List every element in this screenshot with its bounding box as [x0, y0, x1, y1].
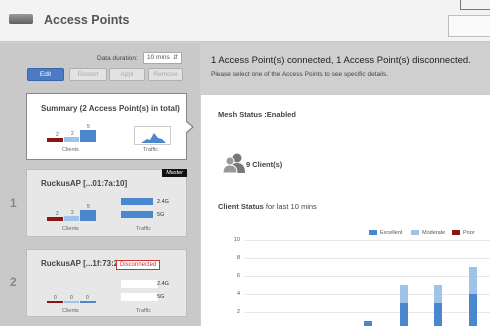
clients-bar-excellent [80, 301, 96, 303]
gridline [245, 240, 490, 241]
chart-bar-excellent [364, 321, 372, 326]
clients-bar-excellent [80, 210, 96, 221]
legend-swatch-poor [452, 230, 460, 235]
page-title: Access Points [44, 13, 130, 27]
traffic-caption: Traffic [143, 147, 158, 153]
band-label-2-4g: 2.4G [157, 281, 169, 287]
clients-caption: Clients [62, 147, 79, 153]
duration-select[interactable]: 10 mins ⇵ [143, 52, 182, 64]
connection-status: 1 Access Point(s) connected, 1 Access Po… [211, 55, 471, 66]
clients-bar-excellent [80, 130, 96, 142]
chart-bar-excellent [434, 303, 442, 326]
clients-icon [222, 153, 245, 174]
band-label-2-4g: 2.4G [157, 199, 169, 205]
y-tick-8: 8 [236, 255, 240, 261]
clients-bar-moderate [64, 301, 79, 303]
client-status-heading: Client Status for last 10 mins [218, 202, 317, 211]
edit-button[interactable]: Edit [27, 68, 64, 81]
ap-index: 2 [10, 275, 17, 289]
client-count: 9 Client(s) [246, 160, 283, 169]
access-point-icon [9, 14, 33, 24]
traffic-chart [141, 133, 166, 143]
clients-caption: Clients [62, 308, 79, 314]
chart-bar-moderate [434, 285, 442, 303]
selection-pointer-fill [185, 121, 192, 133]
ap-index: 1 [10, 196, 17, 210]
y-tick-6: 6 [236, 273, 240, 279]
legend-label-excellent: Excellent [380, 230, 403, 236]
header-action-box[interactable] [448, 15, 490, 37]
traffic-sparkline [134, 126, 171, 145]
y-tick-4: 4 [236, 291, 240, 297]
chart-bar-excellent [400, 303, 408, 326]
traffic-caption: Traffic [136, 308, 151, 314]
y-tick-2: 2 [236, 309, 240, 315]
mesh-status: Mesh Status :Enabled [218, 110, 296, 119]
apply-button[interactable]: Appl [109, 68, 145, 81]
duration-value: 10 mins [147, 54, 170, 61]
gridline [245, 258, 490, 259]
clients-caption: Clients [62, 226, 79, 232]
clients-bar-poor [47, 138, 63, 142]
chart-bar-excellent [469, 294, 477, 326]
chart-bar-moderate [400, 285, 408, 303]
clients-bar-poor [47, 301, 63, 303]
traffic-bar-5g [121, 293, 158, 301]
remove-button[interactable]: Remove [148, 68, 183, 81]
gridline [245, 276, 490, 277]
clients-bar-moderate [64, 216, 79, 221]
header-divider [460, 9, 490, 10]
ap-card-2[interactable]: RuckusAP [...1f:73:20] Disconnected 0 0 … [26, 249, 187, 317]
legend-label-moderate: Moderate [422, 230, 446, 236]
summary-title: Summary (2 Access Point(s) in total) [41, 104, 180, 113]
detail-panel-border [201, 94, 490, 95]
summary-card[interactable]: Summary (2 Access Point(s) in total) 2 2… [26, 93, 187, 160]
legend-label-poor: Poor [463, 230, 475, 236]
band-label-5g: 5G [157, 212, 165, 218]
ap-name: RuckusAP [...01:7a:10] [41, 179, 128, 188]
selection-hint: Please select one of the Access Points t… [211, 71, 389, 78]
disconnected-badge: Disconnected [116, 260, 161, 270]
clients-bar-poor [47, 217, 63, 221]
y-tick-10: 10 [233, 237, 240, 243]
master-badge: Master [162, 169, 187, 177]
traffic-bar-5g [121, 211, 153, 218]
chart-bar-moderate [469, 267, 477, 294]
traffic-bar-2-4g [121, 280, 158, 288]
duration-label: Data duration: [97, 55, 138, 62]
traffic-bar-2-4g [121, 198, 153, 205]
band-label-5g: 5G [157, 294, 165, 300]
clients-bar-moderate [64, 137, 79, 142]
legend-swatch-moderate [411, 230, 419, 235]
client-status-period: for last 10 mins [263, 202, 317, 211]
legend-swatch-excellent [369, 230, 377, 235]
gridline [245, 312, 490, 313]
restart-button[interactable]: Restart [69, 68, 107, 81]
ap-card-1[interactable]: RuckusAP [...01:7a:10] Master 2 2 5 Clie… [26, 169, 187, 237]
traffic-caption: Traffic [136, 226, 151, 232]
chevron-updown-icon: ⇵ [172, 55, 178, 61]
client-status-title: Client Status [218, 202, 264, 211]
gridline [245, 294, 490, 295]
access-point-list-panel: Data duration: 10 mins ⇵ Edit Restart Ap… [0, 43, 200, 326]
app-header: Access Points [0, 0, 490, 42]
ap-name: RuckusAP [...1f:73:20] [41, 259, 126, 268]
